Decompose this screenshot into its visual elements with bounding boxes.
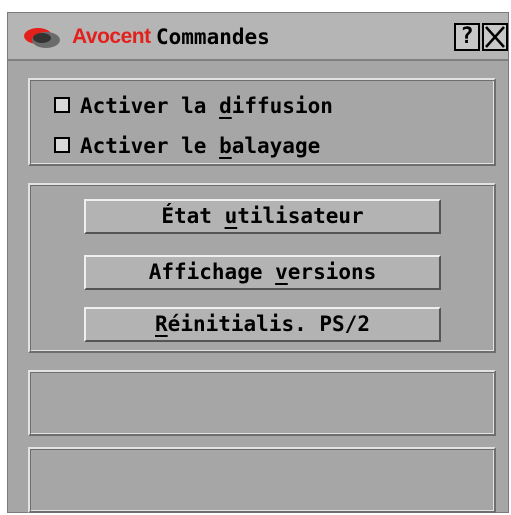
- user-status-label-pre: État: [161, 204, 225, 228]
- scan-label-pre: Activer le: [80, 134, 220, 158]
- display-versions-label-pre: Affichage: [148, 260, 276, 284]
- avocent-logo-icon: [24, 28, 60, 48]
- reset-ps2-label-key: R: [155, 312, 168, 336]
- scan-label-key: b: [219, 134, 232, 158]
- user-status-button[interactable]: État utilisateur: [84, 199, 441, 234]
- user-status-label-key: u: [224, 204, 238, 228]
- display-versions-label-post: ersions: [287, 260, 377, 284]
- empty-panel-bottom: [28, 447, 496, 513]
- commands-window: Avocent Commandes ? Activer la diffusion…: [7, 12, 509, 513]
- window-title: Commandes: [156, 25, 270, 49]
- broadcast-option[interactable]: Activer la diffusion: [54, 94, 333, 118]
- scan-checkbox[interactable]: [54, 137, 70, 153]
- scan-label-post: alayage: [231, 134, 321, 158]
- empty-panel-top: [28, 370, 496, 436]
- broadcast-label-post: iffusion: [231, 94, 333, 118]
- scan-option[interactable]: Activer le balayage: [54, 134, 320, 158]
- broadcast-label-pre: Activer la: [80, 94, 220, 118]
- display-versions-button[interactable]: Affichage versions: [84, 255, 441, 290]
- title-bar[interactable]: Avocent Commandes ?: [8, 13, 508, 61]
- options-panel: Activer la diffusion Activer le balayage: [28, 78, 496, 166]
- user-status-label-post: tilisateur: [237, 204, 364, 228]
- broadcast-checkbox[interactable]: [54, 97, 70, 113]
- help-button[interactable]: ?: [454, 23, 480, 51]
- close-icon: [485, 26, 505, 48]
- broadcast-label-key: d: [219, 94, 232, 118]
- brand-name: Avocent: [72, 25, 151, 48]
- reset-ps2-label-post: éinitialis. PS/2: [167, 312, 370, 336]
- reset-ps2-button[interactable]: Réinitialis. PS/2: [84, 307, 441, 342]
- display-versions-label-key: v: [275, 260, 288, 284]
- actions-panel: État utilisateur Affichage versions Réin…: [28, 183, 496, 353]
- close-button[interactable]: [482, 23, 508, 51]
